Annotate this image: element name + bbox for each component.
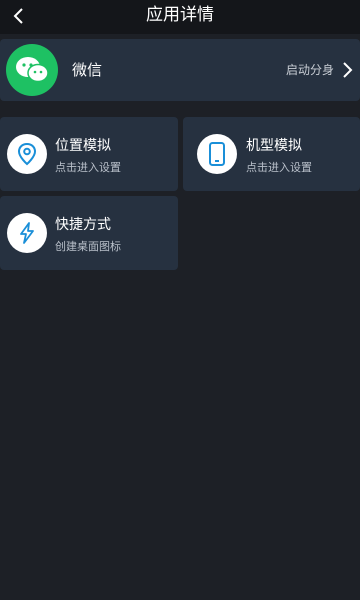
launch-clone-label[interactable]: 启动分身 <box>286 39 334 101</box>
feature-card-device-model[interactable]: 机型模拟 点击进入设置 <box>183 117 360 191</box>
card-subtitle: 点击进入设置 <box>246 161 312 174</box>
wechat-icon <box>6 44 58 96</box>
lightning-icon <box>7 213 47 253</box>
app-name: 微信 <box>72 61 103 79</box>
location-pin-icon <box>7 134 47 174</box>
top-bar: 应用详情 <box>0 0 360 34</box>
card-title: 快捷方式 <box>55 217 111 233</box>
app-row-wechat[interactable]: 微信 启动分身 <box>0 39 360 101</box>
page-title: 应用详情 <box>146 5 214 25</box>
chevron-right-icon[interactable] <box>340 61 354 79</box>
feature-card-location[interactable]: 位置模拟 点击进入设置 <box>0 117 178 191</box>
card-subtitle: 点击进入设置 <box>55 161 121 174</box>
feature-card-shortcut[interactable]: 快捷方式 创建桌面图标 <box>0 196 178 270</box>
card-title: 机型模拟 <box>246 138 302 154</box>
card-subtitle: 创建桌面图标 <box>55 240 121 253</box>
phone-icon <box>197 134 237 174</box>
card-title: 位置模拟 <box>55 138 111 154</box>
